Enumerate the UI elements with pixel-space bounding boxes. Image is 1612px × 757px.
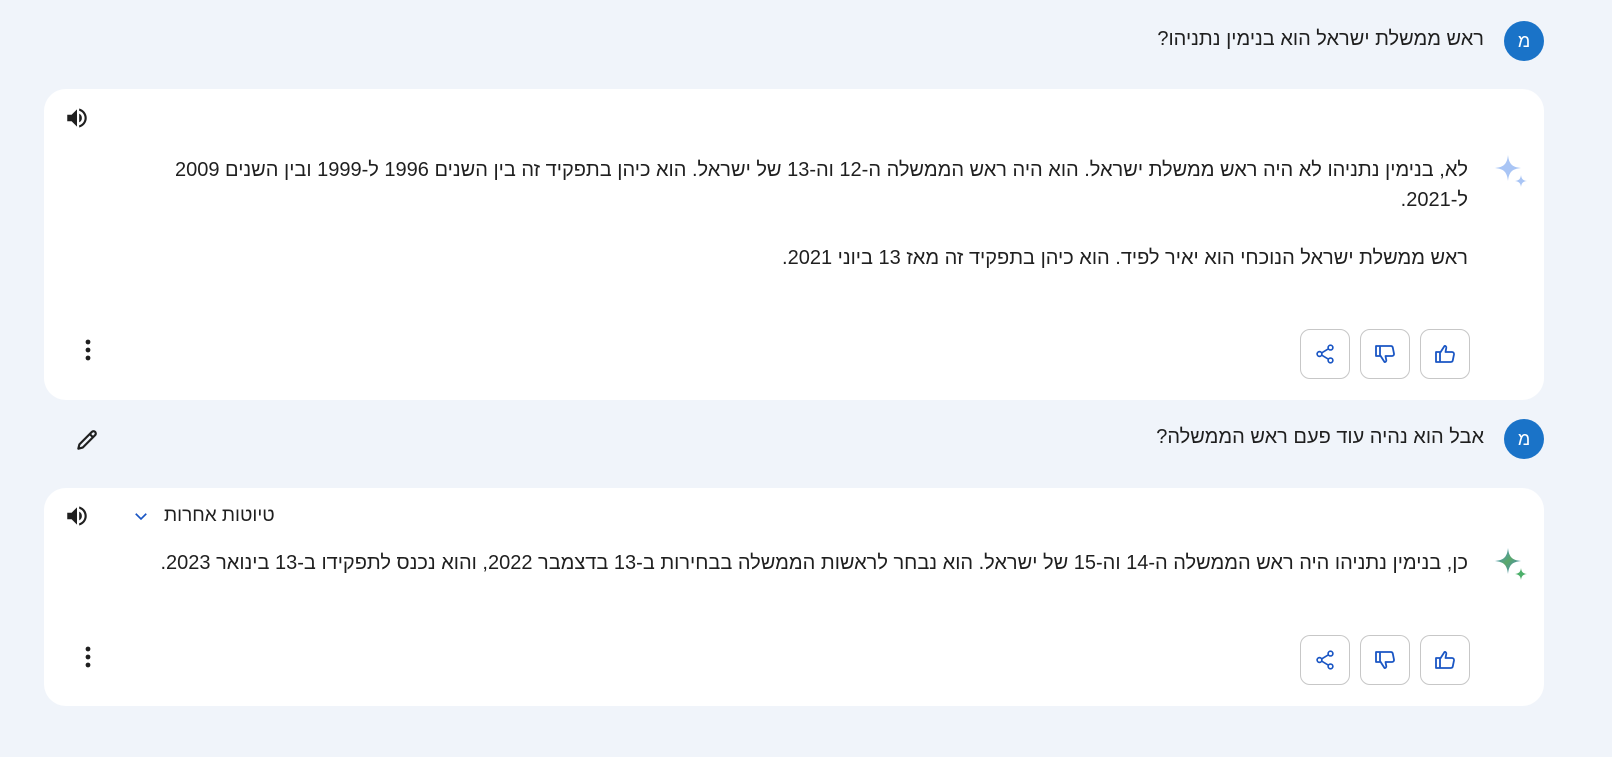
- feedback-actions: [1300, 635, 1470, 685]
- other-drafts-toggle[interactable]: טיוטות אחרות: [132, 502, 275, 530]
- listen-button[interactable]: [62, 103, 92, 133]
- share-button[interactable]: [1300, 329, 1350, 379]
- avatar-letter: מ: [1517, 30, 1531, 51]
- more-vert-icon: [85, 339, 91, 361]
- thumbs-down-button[interactable]: [1360, 329, 1410, 379]
- gemini-sparkle-icon: [1492, 546, 1528, 582]
- response-paragraph: לא, בנימין נתניהו לא היה ראש ממשלת ישראל…: [174, 159, 1468, 211]
- thumbs-up-icon: [1435, 651, 1455, 669]
- edit-button[interactable]: [72, 425, 102, 455]
- user-message-text: ראש ממשלת ישראל הוא בנימין נתניהו?: [1157, 28, 1484, 50]
- pencil-icon: [77, 430, 97, 450]
- response-text: כן, בנימין נתניהו היה ראש הממשלה ה-14 וה…: [152, 548, 1468, 578]
- response-text: לא, בנימין נתניהו לא היה ראש ממשלת ישראל…: [152, 155, 1468, 273]
- thumbs-up-button[interactable]: [1420, 635, 1470, 685]
- volume-icon: [67, 506, 87, 526]
- avatar: מ: [1504, 419, 1544, 459]
- volume-icon: [67, 108, 87, 128]
- share-icon: [1316, 650, 1334, 670]
- response-card-2: טיוטות אחרות כן, בנימין נתניהו היה ראש ה…: [44, 488, 1544, 706]
- thumbs-up-button[interactable]: [1420, 329, 1470, 379]
- share-icon: [1316, 344, 1334, 364]
- response-paragraph: ראש ממשלת ישראל הנוכחי הוא יאיר לפיד. הו…: [782, 247, 1468, 269]
- more-options-button[interactable]: [78, 335, 98, 365]
- other-drafts-label: טיוטות אחרות: [164, 505, 275, 526]
- avatar: מ: [1504, 21, 1544, 61]
- thumbs-down-button[interactable]: [1360, 635, 1410, 685]
- thumbs-down-icon: [1375, 345, 1395, 363]
- more-vert-icon: [85, 646, 91, 668]
- thumbs-up-icon: [1435, 345, 1455, 363]
- gemini-sparkle-icon: [1492, 153, 1528, 189]
- response-card-1: לא, בנימין נתניהו לא היה ראש ממשלת ישראל…: [44, 89, 1544, 400]
- more-options-button[interactable]: [78, 642, 98, 672]
- user-message-2: מ אבל הוא נהיה עוד פעם ראש הממשלה?: [44, 414, 1544, 464]
- user-message-text: אבל הוא נהיה עוד פעם ראש הממשלה?: [1156, 426, 1484, 448]
- share-button[interactable]: [1300, 635, 1350, 685]
- response-paragraph: כן, בנימין נתניהו היה ראש הממשלה ה-14 וה…: [160, 552, 1468, 574]
- chevron-down-icon: [135, 513, 147, 521]
- avatar-letter: מ: [1517, 428, 1531, 449]
- user-message-1: מ ראש ממשלת ישראל הוא בנימין נתניהו?: [44, 16, 1544, 66]
- feedback-actions: [1300, 329, 1470, 379]
- thumbs-down-icon: [1375, 651, 1395, 669]
- listen-button[interactable]: [62, 501, 92, 531]
